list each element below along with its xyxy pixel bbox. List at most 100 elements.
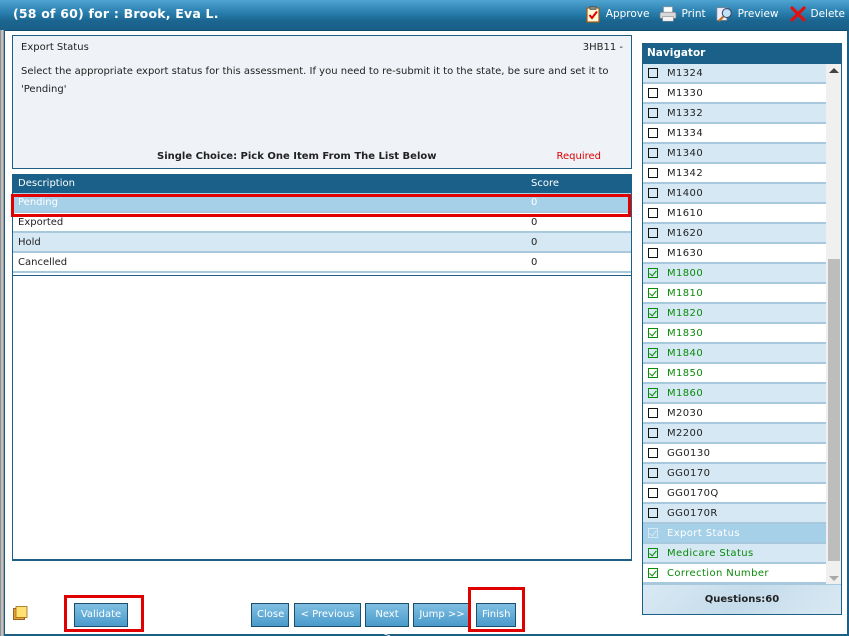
scroll-down-arrow-icon[interactable] xyxy=(829,576,839,581)
answer-description: Exported xyxy=(18,217,64,228)
navigator-item[interactable]: M1830 xyxy=(643,324,826,344)
navigator-item[interactable]: Medicare Status xyxy=(643,544,826,564)
navigator-item-label: M1340 xyxy=(667,147,704,159)
navigator-item[interactable]: Export Status xyxy=(643,524,826,544)
navigator-item-label: M1810 xyxy=(667,287,704,299)
delete-button[interactable]: Delete xyxy=(789,5,845,23)
unchecked-box-icon xyxy=(648,428,658,438)
scroll-up-arrow-icon[interactable] xyxy=(829,68,839,73)
answer-row-cancelled[interactable]: Cancelled 0 xyxy=(13,253,631,273)
questions-count: Questions:60 xyxy=(643,584,841,614)
navigator-item[interactable]: M1820 xyxy=(643,304,826,324)
navigator-item[interactable]: M1630 xyxy=(643,244,826,264)
header-description: Description xyxy=(18,178,75,189)
checked-box-icon xyxy=(648,388,658,398)
navigator-item-label: M1330 xyxy=(667,87,704,99)
jump-button[interactable]: Jump >> xyxy=(413,603,471,627)
validate-button[interactable]: Validate xyxy=(74,603,128,627)
navigator-item-label: GG0170Q xyxy=(667,487,719,499)
magnifier-preview-icon xyxy=(716,5,734,23)
navigator-item[interactable]: Correction Number xyxy=(643,564,826,584)
answer-description: Cancelled xyxy=(18,257,68,268)
unchecked-box-icon xyxy=(648,248,658,258)
unchecked-box-icon xyxy=(648,68,658,78)
navigator-item[interactable]: M1334 xyxy=(643,124,826,144)
navigator-item-label: M1830 xyxy=(667,327,704,339)
navigator-item[interactable]: M1342 xyxy=(643,164,826,184)
next-button[interactable]: Next > xyxy=(365,603,409,636)
navigator-item-label: M1332 xyxy=(667,107,704,119)
close-button[interactable]: Close xyxy=(251,603,289,627)
navigator-item-label: M1840 xyxy=(667,347,704,359)
question-text: Select the appropriate export status for… xyxy=(21,66,609,95)
navigator-item[interactable]: M1810 xyxy=(643,284,826,304)
answer-row-hold[interactable]: Hold 0 xyxy=(13,233,631,253)
question-panel: Export Status 3HB11 - Select the appropr… xyxy=(12,35,632,169)
answer-row-exported[interactable]: Exported 0 xyxy=(13,213,631,233)
navigator-item[interactable]: GG0170 xyxy=(643,464,826,484)
navigator-item[interactable]: GG0130 xyxy=(643,444,826,464)
navigator-item[interactable]: M1330 xyxy=(643,84,826,104)
navigator-item-label: M1820 xyxy=(667,307,704,319)
navigator-item[interactable]: M1324 xyxy=(643,64,826,84)
navigator-scrollbar[interactable] xyxy=(826,64,841,585)
unchecked-box-icon xyxy=(648,208,658,218)
navigator-item-label: M1620 xyxy=(667,227,704,239)
navigator-item[interactable]: M1850 xyxy=(643,364,826,384)
navigator-item[interactable]: M1840 xyxy=(643,344,826,364)
unchecked-box-icon xyxy=(648,448,658,458)
navigator-item[interactable]: M1610 xyxy=(643,204,826,224)
finish-button[interactable]: Finish xyxy=(476,603,516,627)
unchecked-box-icon xyxy=(648,408,658,418)
navigator-item-label: Export Status xyxy=(667,527,740,539)
preview-button[interactable]: Preview xyxy=(716,5,779,23)
unchecked-box-icon xyxy=(648,188,658,198)
navigator-item[interactable]: M2030 xyxy=(643,404,826,424)
choice-type-label: Single Choice: Pick One Item From The Li… xyxy=(157,151,437,162)
answer-description: Hold xyxy=(18,237,41,248)
unchecked-box-icon xyxy=(648,88,658,98)
navigator-item[interactable]: GG0170Q xyxy=(643,484,826,504)
navigator-item-label: GG0170R xyxy=(667,507,718,519)
toolbar: Approve Print Preview Delete xyxy=(584,5,845,23)
navigator-item[interactable]: M1800 xyxy=(643,264,826,284)
scroll-thumb[interactable] xyxy=(828,259,840,561)
preview-label: Preview xyxy=(737,8,779,20)
printer-icon xyxy=(659,5,677,23)
navigator-item[interactable]: M1400 xyxy=(643,184,826,204)
checked-box-icon xyxy=(648,308,658,318)
navigator-item-label: M1630 xyxy=(667,247,704,259)
answer-row-pending[interactable]: Pending 0 xyxy=(13,193,631,213)
navigator-item[interactable]: GG0170R xyxy=(643,504,826,524)
checked-box-icon xyxy=(648,268,658,278)
checked-box-icon xyxy=(648,328,658,338)
navigator-item[interactable]: M1340 xyxy=(643,144,826,164)
navigator-item-label: M2030 xyxy=(667,407,704,419)
unchecked-box-icon xyxy=(648,228,658,238)
navigator-item[interactable]: M1332 xyxy=(643,104,826,124)
approve-button[interactable]: Approve xyxy=(584,5,649,23)
navigator-list: M1324 M1330 M1332 M1334 M1340 M1342 M1400 M1610… xyxy=(643,64,826,585)
checked-box-icon xyxy=(648,368,658,378)
previous-button[interactable]: < Previous xyxy=(294,603,361,627)
question-title: Export Status xyxy=(21,42,89,53)
navigator-item[interactable]: M1620 xyxy=(643,224,826,244)
navigator-panel: Navigator M1324 M1330 M1332 M1334 M1340 M1342… xyxy=(642,43,842,615)
navigator-item-label: M1400 xyxy=(667,187,704,199)
checked-box-icon xyxy=(648,288,658,298)
navigator-item[interactable]: M2200 xyxy=(643,424,826,444)
navigator-item[interactable]: M1860 xyxy=(643,384,826,404)
notes-icon[interactable] xyxy=(13,606,28,621)
unchecked-box-icon xyxy=(648,508,658,518)
checked-box-icon xyxy=(648,568,658,578)
answer-table-header: Description Score xyxy=(13,174,631,193)
print-button[interactable]: Print xyxy=(659,5,706,23)
unchecked-box-icon xyxy=(648,128,658,138)
navigator-item-label: M1324 xyxy=(667,67,704,79)
answer-table: Description Score Pending 0 Exported 0 H… xyxy=(12,174,632,276)
answer-description: Pending xyxy=(18,197,58,208)
required-label: Required xyxy=(556,151,601,162)
navigator-item-label: M1334 xyxy=(667,127,704,139)
navigator-item-label: GG0130 xyxy=(667,447,711,459)
unchecked-box-icon xyxy=(648,488,658,498)
